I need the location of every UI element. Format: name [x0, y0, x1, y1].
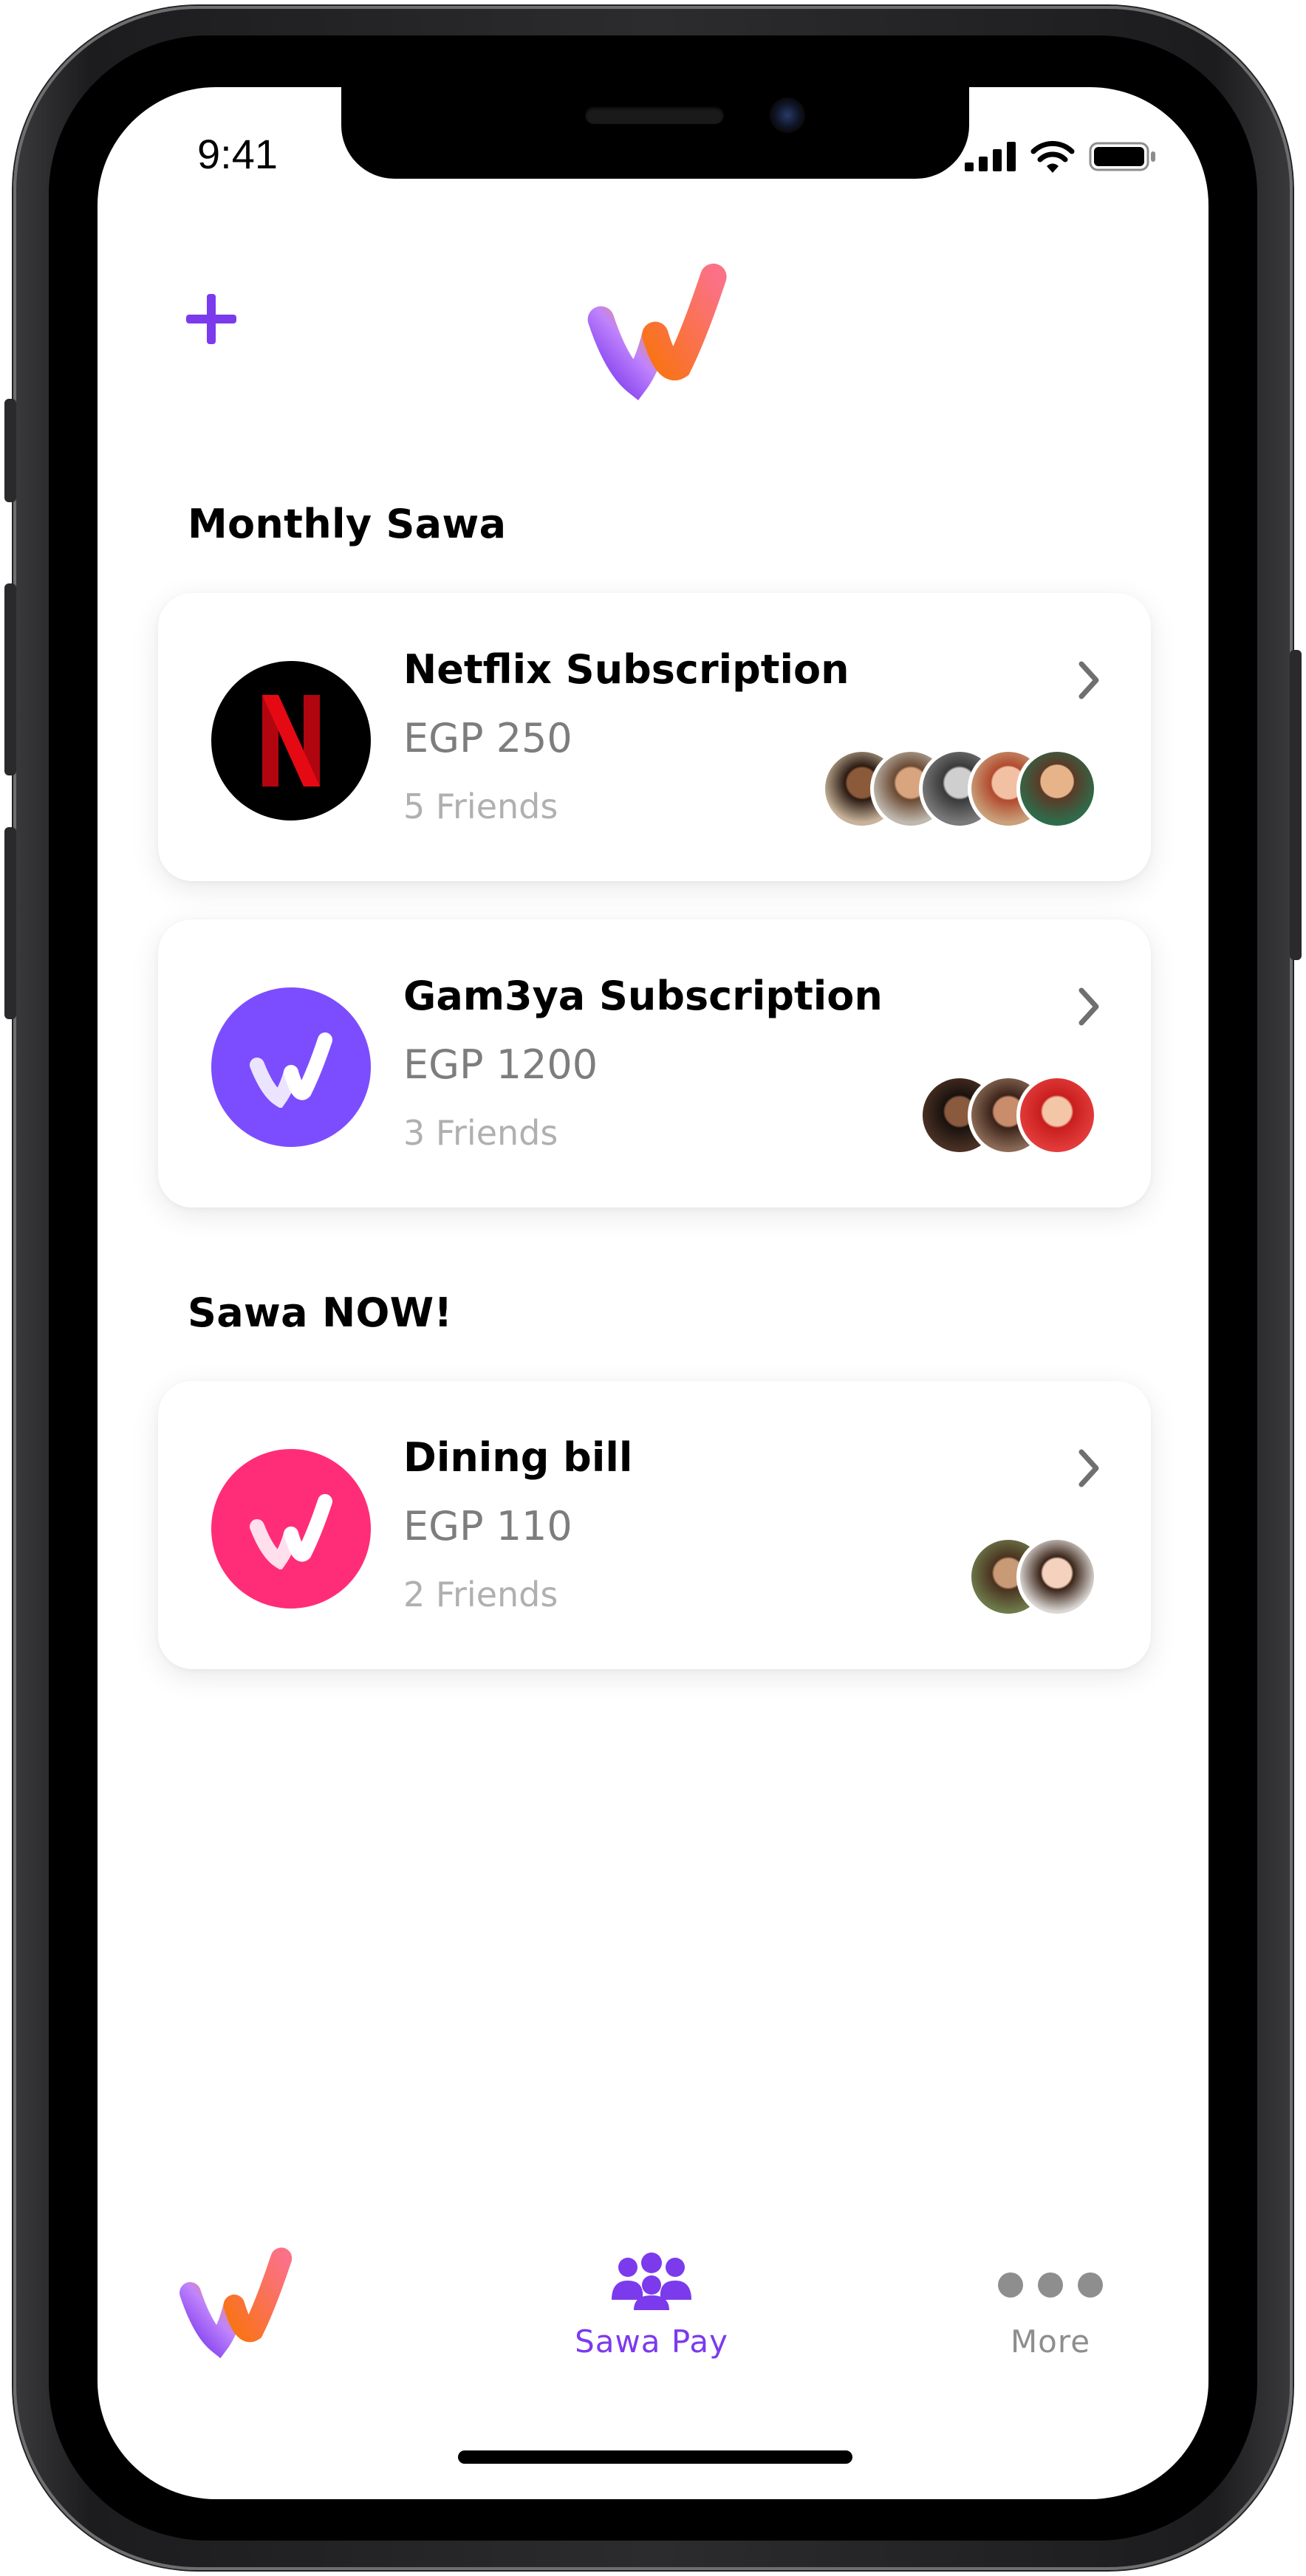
group-icon	[612, 2253, 691, 2310]
more-dots-icon	[998, 2272, 1103, 2298]
chevron-right-icon[interactable]	[1074, 658, 1104, 702]
home-indicator[interactable]	[458, 2450, 852, 2464]
card-title: Gam3ya Subscription	[403, 973, 883, 1019]
tab-label: More	[1010, 2323, 1091, 2360]
netflix-icon	[211, 661, 371, 821]
avatar	[1016, 1075, 1098, 1156]
tab-more[interactable]: More	[977, 2251, 1124, 2360]
chevron-right-icon[interactable]	[1074, 1446, 1104, 1490]
front-camera	[770, 97, 805, 133]
sawa-check-icon	[211, 987, 371, 1147]
section-title-monthly: Monthly Sawa	[188, 501, 507, 547]
earpiece-speaker	[585, 106, 724, 124]
add-plus-icon[interactable]	[186, 294, 236, 344]
card-amount: EGP 250	[403, 715, 572, 761]
card-gam3ya-subscription[interactable]: Gam3ya Subscription EGP 1200 3 Friends	[158, 919, 1151, 1208]
card-amount: EGP 1200	[403, 1041, 598, 1088]
tab-label: Sawa Pay	[575, 2323, 728, 2360]
tab-sawa-pay[interactable]: Sawa Pay	[570, 2251, 733, 2360]
status-icons	[965, 140, 1157, 173]
friend-avatars	[968, 1536, 1098, 1617]
avatar	[1016, 748, 1098, 829]
card-dining-bill[interactable]: Dining bill EGP 110 2 Friends	[158, 1381, 1151, 1669]
card-title: Dining bill	[403, 1434, 633, 1481]
card-friends-count: 3 Friends	[403, 1113, 558, 1153]
card-friends-count: 2 Friends	[403, 1575, 558, 1614]
notch	[341, 87, 969, 179]
friend-avatars	[919, 1075, 1098, 1156]
card-netflix-subscription[interactable]: Netflix Subscription EGP 250 5 Friends	[158, 593, 1151, 881]
status-time: 9:41	[197, 131, 278, 177]
section-title-sawa-now: Sawa NOW!	[188, 1289, 453, 1336]
cellular-signal-icon	[965, 142, 1016, 171]
app-screen: 9:41 Monthly Sawa Netflix Subscription E…	[98, 87, 1208, 2499]
chevron-right-icon[interactable]	[1074, 984, 1104, 1029]
card-title: Netflix Subscription	[403, 646, 849, 693]
wifi-icon	[1030, 140, 1075, 173]
battery-icon	[1089, 142, 1155, 171]
sawa-logo-icon[interactable]	[171, 2236, 297, 2362]
sawa-check-icon	[211, 1449, 371, 1609]
card-friends-count: 5 Friends	[403, 787, 558, 826]
card-amount: EGP 110	[403, 1503, 572, 1549]
sawa-logo-icon	[587, 263, 727, 400]
friend-avatars	[821, 748, 1098, 829]
avatar	[1016, 1536, 1098, 1617]
